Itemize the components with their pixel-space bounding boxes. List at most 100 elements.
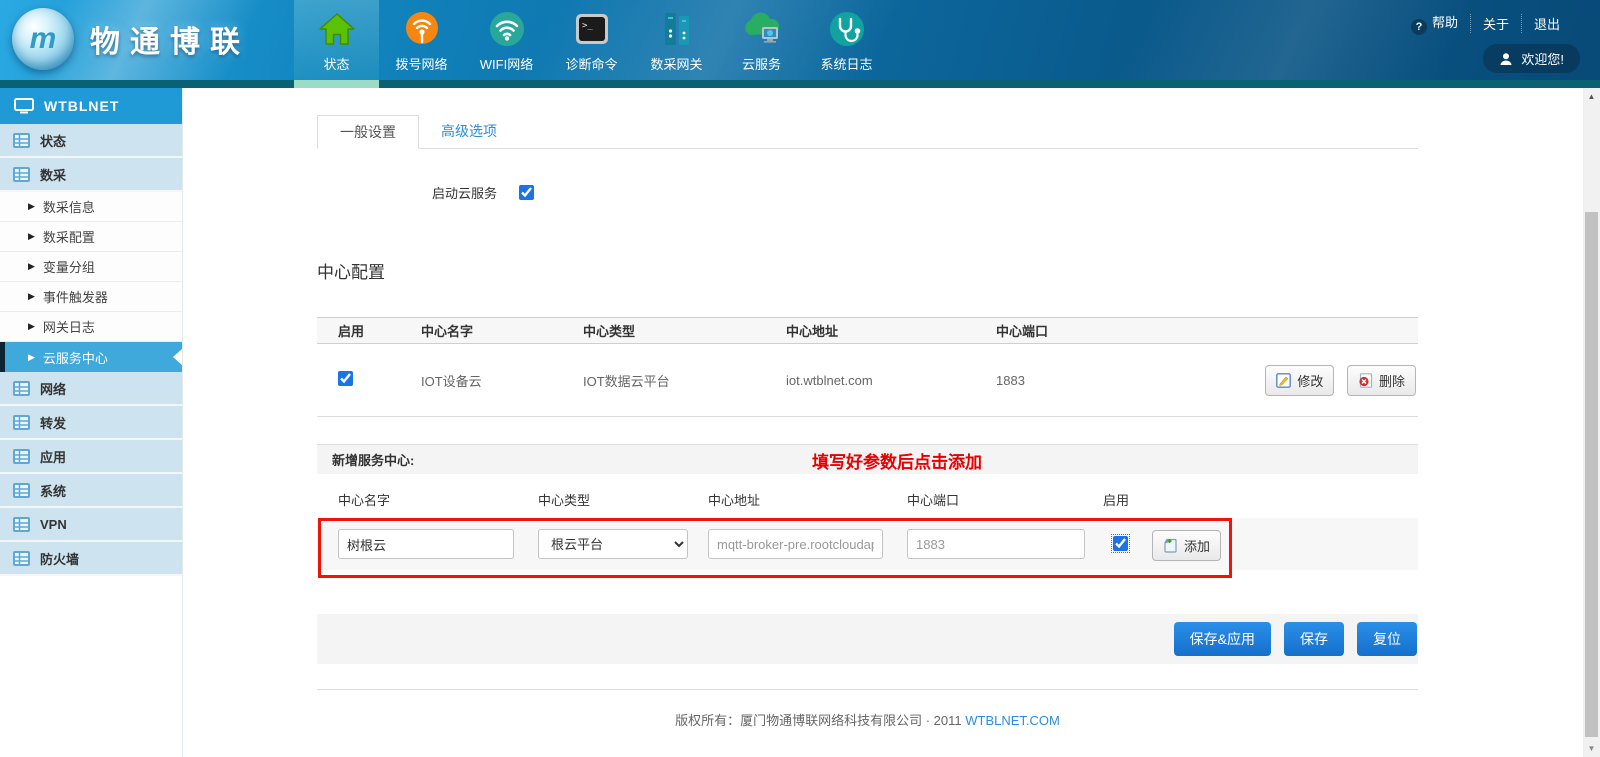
scrollbar-thumb[interactable]	[1585, 212, 1598, 737]
nav-item-label: 云服务	[742, 54, 781, 73]
sidebar-item-label: 转发	[40, 413, 66, 432]
sidebar-item-label: 应用	[40, 447, 66, 466]
vertical-scrollbar[interactable]: ▲ ▼	[1583, 88, 1600, 757]
nav-item-system-log[interactable]: 系统日志	[804, 0, 889, 80]
sidebar-item-variable-group[interactable]: ▶ 变量分组	[0, 252, 182, 282]
stethoscope-icon	[827, 7, 867, 51]
nav-item-label: 系统日志	[820, 54, 872, 73]
sidebar-item-label: 云服务中心	[43, 348, 108, 367]
list-icon	[13, 167, 30, 182]
delete-button[interactable]: 删除	[1347, 365, 1416, 396]
add-col-type: 中心类型	[538, 490, 590, 509]
sidebar-item-collect-config[interactable]: ▶ 数采配置	[0, 222, 182, 252]
sidebar-item-network[interactable]: 网络	[0, 372, 182, 406]
sidebar-item-label: 系统	[40, 481, 66, 500]
logout-link[interactable]: 退出	[1521, 14, 1572, 33]
help-link[interactable]: ?帮助	[1399, 12, 1470, 35]
tab-bar: 一般设置 高级选项	[317, 115, 1418, 149]
list-icon	[13, 133, 30, 148]
sidebar-item-application[interactable]: 应用	[0, 440, 182, 474]
brand-logo-icon: m	[12, 8, 74, 70]
sidebar-item-cloud-service-center[interactable]: ▶ 云服务中心	[0, 342, 182, 372]
nav-item-label: 诊断命令	[565, 54, 617, 73]
center-type-select[interactable]: 根云平台	[538, 529, 688, 559]
save-button[interactable]: 保存	[1284, 622, 1344, 656]
scroll-down-arrow[interactable]: ▼	[1583, 740, 1600, 757]
about-link[interactable]: 关于	[1470, 14, 1521, 33]
list-icon	[13, 517, 30, 532]
user-icon	[1499, 52, 1513, 66]
add-col-port: 中心端口	[907, 490, 959, 509]
table-row: IOT设备云 IOT数据云平台 iot.wtblnet.com 1883 修改	[317, 344, 1418, 417]
row-type: IOT数据云平台	[583, 344, 786, 417]
sidebar-item-firewall[interactable]: 防火墙	[0, 542, 182, 576]
tab-general-settings[interactable]: 一般设置	[317, 115, 419, 149]
col-port: 中心端口	[996, 318, 1258, 344]
nav-item-wifi-network[interactable]: WIFI网络	[464, 0, 549, 80]
nav-item-status[interactable]: 状态	[294, 0, 379, 80]
welcome-badge[interactable]: 欢迎您!	[1483, 44, 1580, 73]
wifi-icon	[487, 7, 527, 51]
reset-button[interactable]: 复位	[1357, 622, 1417, 656]
nav-item-data-gateway[interactable]: 数采网关	[634, 0, 719, 80]
enable-cloud-label: 启动云服务	[432, 183, 497, 202]
center-enable-checkbox[interactable]	[1113, 536, 1128, 551]
action-button-bar: 保存&应用 保存 复位	[317, 614, 1418, 664]
add-center-form: 根云平台 添加	[317, 518, 1418, 570]
sidebar-item-collect-info[interactable]: ▶ 数采信息	[0, 192, 182, 222]
sidebar-item-gateway-log[interactable]: ▶ 网关日志	[0, 312, 182, 342]
list-icon	[13, 415, 30, 430]
nav-item-cloud-service[interactable]: 云服务	[719, 0, 804, 80]
header-links: ?帮助 关于 退出	[1399, 12, 1572, 35]
cloud-monitor-icon	[740, 7, 784, 51]
list-icon	[13, 449, 30, 464]
scroll-up-arrow[interactable]: ▲	[1583, 88, 1600, 105]
main-panel: 一般设置 高级选项 启动云服务 中心配置 启用 中心名字 中心类型 中心地址 中…	[183, 88, 1600, 757]
add-col-address: 中心地址	[708, 490, 760, 509]
center-config-title: 中心配置	[317, 258, 1418, 283]
save-apply-button[interactable]: 保存&应用	[1174, 622, 1271, 656]
sidebar-item-vpn[interactable]: VPN	[0, 508, 182, 542]
sidebar: WTBLNET 状态 数采 ▶ 数采信息 ▶ 数采配置 ▶ 变量分组 ▶ 事件触…	[0, 88, 183, 757]
gateway-servers-icon	[657, 7, 697, 51]
center-address-input[interactable]	[708, 529, 883, 559]
sidebar-item-label: VPN	[40, 517, 67, 532]
sidebar-item-label: 数采配置	[43, 227, 95, 246]
caret-icon: ▶	[28, 201, 35, 212]
annotation-tip: 填写好参数后点击添加	[812, 448, 982, 473]
enable-cloud-checkbox[interactable]	[519, 185, 534, 200]
sidebar-item-data-collect[interactable]: 数采	[0, 158, 182, 192]
pencil-icon	[1276, 373, 1291, 388]
row-enable-checkbox[interactable]	[338, 371, 353, 386]
edit-button[interactable]: 修改	[1265, 365, 1334, 396]
center-config-table: 启用 中心名字 中心类型 中心地址 中心端口 IOT设备云 IOT数据云平台 i…	[317, 317, 1418, 417]
sidebar-item-status[interactable]: 状态	[0, 124, 182, 158]
sidebar-item-forward[interactable]: 转发	[0, 406, 182, 440]
welcome-text: 欢迎您!	[1521, 49, 1564, 68]
sidebar-item-system[interactable]: 系统	[0, 474, 182, 508]
add-button[interactable]: 添加	[1152, 530, 1221, 561]
sidebar-item-label: 防火墙	[40, 549, 79, 568]
caret-icon: ▶	[28, 291, 35, 302]
nav-item-label: 数采网关	[650, 54, 702, 73]
sidebar-item-label: 变量分组	[43, 257, 95, 276]
caret-icon: ▶	[28, 231, 35, 242]
center-name-input[interactable]	[338, 529, 514, 559]
nav-item-diagnostic-command[interactable]: >_ 诊断命令	[549, 0, 634, 80]
top-header: m 物通博联 状态 拨号网络 WIFI网络 >_ 诊断命令	[0, 0, 1600, 88]
center-port-input[interactable]	[907, 529, 1085, 559]
list-icon	[13, 551, 30, 566]
delete-x-icon	[1358, 373, 1373, 388]
sidebar-item-label: 网络	[40, 379, 66, 398]
nav-item-dial-network[interactable]: 拨号网络	[379, 0, 464, 80]
sidebar-item-event-trigger[interactable]: ▶ 事件触发器	[0, 282, 182, 312]
sidebar-item-label: 数采	[40, 165, 66, 184]
list-icon	[13, 483, 30, 498]
sidebar-item-label: 数采信息	[43, 197, 95, 216]
site-link[interactable]: WTBLNET.COM	[965, 713, 1060, 728]
col-enable: 启用	[317, 318, 421, 344]
tab-advanced-options[interactable]: 高级选项	[419, 115, 519, 148]
question-icon: ?	[1411, 19, 1427, 35]
caret-icon: ▶	[28, 352, 35, 363]
add-col-enable: 启用	[1103, 490, 1129, 509]
